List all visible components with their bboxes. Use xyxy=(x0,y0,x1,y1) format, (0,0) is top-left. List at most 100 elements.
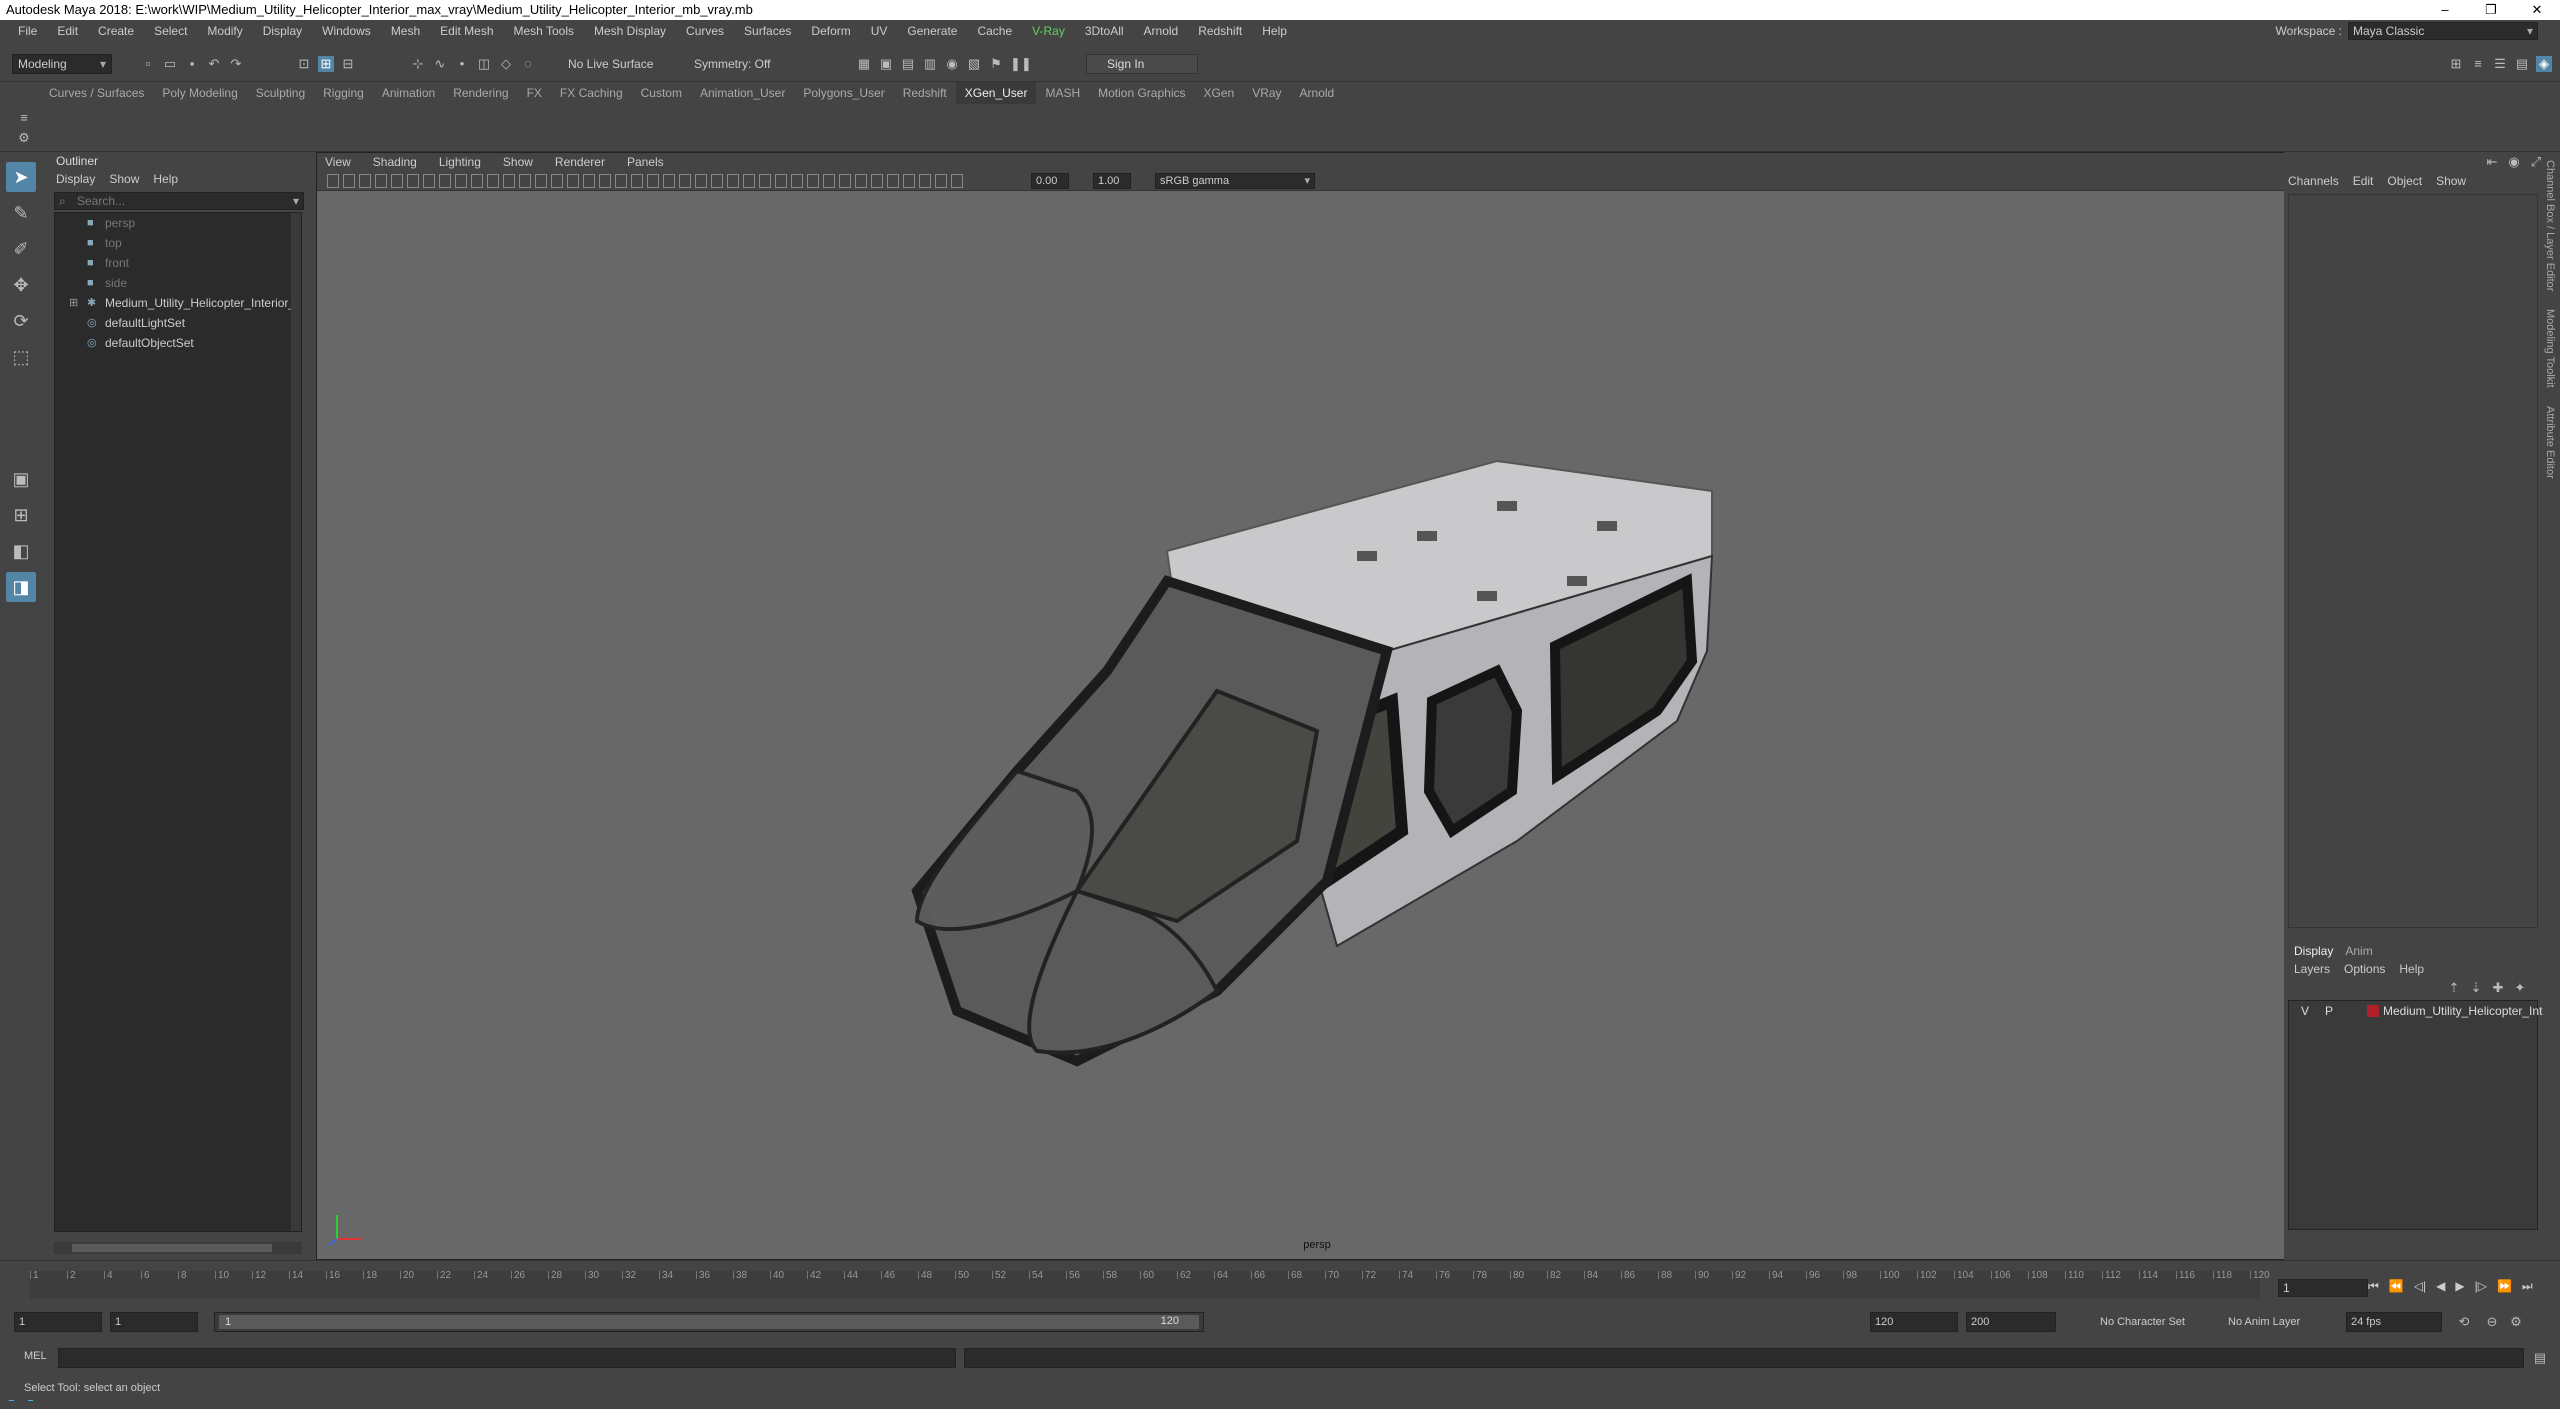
outliner-scrollbar[interactable] xyxy=(291,213,301,1231)
viewport-tool-icon[interactable] xyxy=(439,174,451,188)
viewport-tool-icon[interactable] xyxy=(503,174,515,188)
fps-dropdown[interactable]: 24 fps xyxy=(2346,1312,2442,1332)
menu-modify[interactable]: Modify xyxy=(197,24,252,38)
shelf-tab-vray[interactable]: VRay xyxy=(1243,82,1290,104)
menu-set-dropdown[interactable]: Modeling xyxy=(12,54,112,74)
restore-button[interactable]: ❐ xyxy=(2468,0,2514,20)
shelf-tab-arnold[interactable]: Arnold xyxy=(1291,82,1344,104)
viewport-tool-icon[interactable] xyxy=(855,174,867,188)
viewport-tool-icon[interactable] xyxy=(343,174,355,188)
undo-icon[interactable]: ↶ xyxy=(206,56,222,72)
outliner-item[interactable]: ■ top xyxy=(55,233,301,253)
render-icon[interactable]: ▣ xyxy=(878,56,894,72)
step-forward-key-icon[interactable]: ⏩ xyxy=(2497,1279,2512,1294)
menu-display[interactable]: Display xyxy=(253,24,312,38)
minimize-button[interactable]: – xyxy=(2422,0,2468,20)
color-space-dropdown[interactable]: sRGB gamma xyxy=(1155,173,1315,189)
menu-mesh[interactable]: Mesh xyxy=(381,24,430,38)
close-button[interactable]: ✕ xyxy=(2514,0,2560,20)
viewport-tool-icon[interactable] xyxy=(887,174,899,188)
viewport-tool-icon[interactable] xyxy=(583,174,595,188)
viewport-tool-icon[interactable] xyxy=(615,174,627,188)
select-component-icon[interactable]: ⊟ xyxy=(340,56,356,72)
shelf-tab-sculpting[interactable]: Sculpting xyxy=(247,82,314,104)
channel-menu-edit[interactable]: Edit xyxy=(2353,174,2374,188)
menu-windows[interactable]: Windows xyxy=(312,24,381,38)
outliner-layout-icon[interactable]: ◨ xyxy=(6,572,36,602)
viewport-tool-icon[interactable] xyxy=(935,174,947,188)
viewport-tool-icon[interactable] xyxy=(951,174,963,188)
play-forward-icon[interactable]: ▶ xyxy=(2455,1279,2464,1294)
move-layer-up-icon[interactable]: ⇡ xyxy=(2446,980,2462,996)
step-forward-frame-icon[interactable]: |▷ xyxy=(2475,1279,2487,1294)
menu-curves[interactable]: Curves xyxy=(676,24,734,38)
shelf-tab-custom[interactable]: Custom xyxy=(632,82,691,104)
viewport-panel[interactable]: View Shading Lighting Show Renderer Panels 0.… xyxy=(316,152,2318,1260)
sign-in-button[interactable]: Sign In xyxy=(1086,54,1198,74)
menu-select[interactable]: Select xyxy=(144,24,197,38)
viewport-tool-icon[interactable] xyxy=(791,174,803,188)
anim-layer-dropdown[interactable]: No Anim Layer xyxy=(2228,1312,2300,1332)
menu-generate[interactable]: Generate xyxy=(897,24,967,38)
viewport-tool-icon[interactable] xyxy=(679,174,691,188)
channel-menu-object[interactable]: Object xyxy=(2387,174,2422,188)
outliner-persp-layout-icon[interactable]: ◧ xyxy=(6,536,36,566)
layer-toggle-icon[interactable]: ⤢ xyxy=(2528,154,2544,170)
render-view-icon[interactable]: ▦ xyxy=(856,56,872,72)
viewport-tool-icon[interactable] xyxy=(519,174,531,188)
side-tab-modeling-toolkit[interactable]: Modeling Toolkit xyxy=(2544,309,2556,388)
outliner-menu-display[interactable]: Display xyxy=(56,170,95,188)
animation-start-field[interactable]: 1 xyxy=(14,1312,102,1332)
vray-render-icon[interactable]: ▧ xyxy=(966,56,982,72)
range-slider[interactable]: 1 120 xyxy=(214,1312,1204,1332)
viewport-tool-icon[interactable] xyxy=(487,174,499,188)
shelf-tab-animation-user[interactable]: Animation_User xyxy=(691,82,794,104)
viewport-tool-icon[interactable] xyxy=(663,174,675,188)
select-object-icon[interactable]: ⊞ xyxy=(318,56,334,72)
viewport-menu-panels[interactable]: Panels xyxy=(627,153,664,171)
shelf-menu-icon[interactable]: ≡ xyxy=(16,110,32,126)
viewport-tool-icon[interactable] xyxy=(727,174,739,188)
menu-v-ray[interactable]: V-Ray xyxy=(1022,24,1075,38)
menu-mesh-tools[interactable]: Mesh Tools xyxy=(504,24,584,38)
tool-settings-icon[interactable]: ☰ xyxy=(2492,56,2508,72)
exposure-field[interactable]: 0.00 xyxy=(1031,173,1069,189)
new-scene-icon[interactable]: ▫ xyxy=(140,56,156,72)
shelf-tab-redshift[interactable]: Redshift xyxy=(894,82,956,104)
menu-arnold[interactable]: Arnold xyxy=(1134,24,1189,38)
menu-3dtoall[interactable]: 3DtoAll xyxy=(1075,24,1134,38)
viewport-tool-icon[interactable] xyxy=(567,174,579,188)
menu-redshift[interactable]: Redshift xyxy=(1188,24,1252,38)
layer-menu-help[interactable]: Help xyxy=(2399,960,2424,978)
pause-icon[interactable]: ❚❚ xyxy=(1010,56,1032,72)
hypershade-icon[interactable]: ◉ xyxy=(944,56,960,72)
shelf-tab-xgen[interactable]: XGen xyxy=(1195,82,1244,104)
vray-ipr-icon[interactable]: ⚑ xyxy=(988,56,1004,72)
layer-tab-anim[interactable]: Anim xyxy=(2345,942,2372,960)
step-back-frame-icon[interactable]: ◁| xyxy=(2414,1279,2426,1294)
current-frame-field[interactable]: 1 xyxy=(2278,1279,2368,1297)
viewport-tool-icon[interactable] xyxy=(327,174,339,188)
menu-create[interactable]: Create xyxy=(88,24,144,38)
viewport-tool-icon[interactable] xyxy=(407,174,419,188)
shelf-tab-fx-caching[interactable]: FX Caching xyxy=(551,82,632,104)
outliner-menu-show[interactable]: Show xyxy=(109,170,139,188)
viewport-tool-icon[interactable] xyxy=(775,174,787,188)
viewport-tool-icon[interactable] xyxy=(375,174,387,188)
range-slider-start[interactable]: 1 xyxy=(219,1315,1199,1329)
shelf-tab-mash[interactable]: MASH xyxy=(1036,82,1089,104)
gamma-field[interactable]: 1.00 xyxy=(1093,173,1131,189)
snap-point-icon[interactable]: • xyxy=(454,56,470,72)
menu-edit-mesh[interactable]: Edit Mesh xyxy=(430,24,503,38)
viewport-tool-icon[interactable] xyxy=(903,174,915,188)
ipr-render-icon[interactable]: ▤ xyxy=(900,56,916,72)
outliner-item[interactable]: ■ persp xyxy=(55,213,301,233)
outliner-item[interactable]: ■ front xyxy=(55,253,301,273)
menu-cache[interactable]: Cache xyxy=(967,24,1022,38)
viewport-tool-icon[interactable] xyxy=(807,174,819,188)
scale-tool-icon[interactable]: ⬚ xyxy=(6,342,36,372)
layer-playback-toggle[interactable]: P xyxy=(2325,1001,2333,1021)
menu-edit[interactable]: Edit xyxy=(47,24,88,38)
animation-end-field[interactable]: 200 xyxy=(1966,1312,2056,1332)
open-scene-icon[interactable]: ▭ xyxy=(162,56,178,72)
